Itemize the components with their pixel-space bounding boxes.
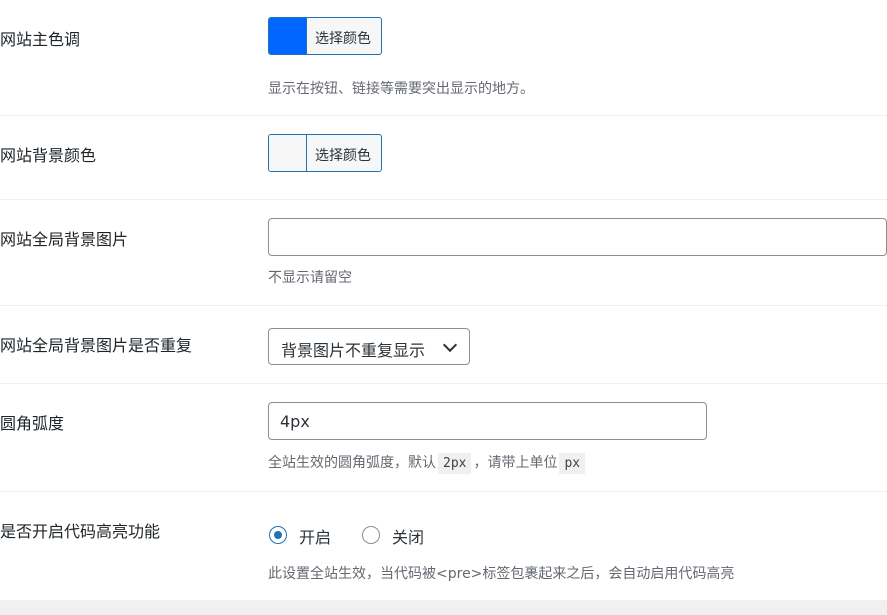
- border-radius-label: 圆角弧度: [0, 414, 65, 433]
- border-radius-desc-prefix: 全站生效的圆角弧度，默认: [268, 455, 436, 471]
- primary-color-description: 显示在按钮、链接等需要突出显示的地方。: [268, 81, 534, 97]
- background-image-input[interactable]: [268, 218, 887, 256]
- primary-color-label: 网站主色调: [0, 30, 81, 49]
- code-highlight-on-label[interactable]: 开启: [299, 524, 331, 548]
- code-highlight-off-label[interactable]: 关闭: [392, 524, 424, 548]
- border-radius-input[interactable]: [268, 402, 707, 440]
- unit-code: px: [559, 453, 586, 474]
- setting-row-code-highlight: 是否开启代码高亮功能 开启 关闭 此设置全站生效，当代码被<pre>标签包裹起来…: [0, 492, 887, 600]
- setting-row-background-repeat: 网站全局背景图片是否重复 背景图片不重复显示: [0, 306, 887, 384]
- setting-row-background-image: 网站全局背景图片 不显示请留空: [0, 200, 887, 306]
- setting-row-primary-color: 网站主色调 选择颜色 显示在按钮、链接等需要突出显示的地方。: [0, 0, 887, 116]
- background-repeat-label: 网站全局背景图片是否重复: [0, 336, 193, 355]
- default-radius-code: 2px: [438, 453, 472, 474]
- chevron-down-icon: [442, 337, 458, 353]
- border-radius-desc-middle: ，请带上单位: [473, 455, 558, 471]
- background-color-swatch: [269, 135, 307, 171]
- settings-panel: 网站主色调 选择颜色 显示在按钮、链接等需要突出显示的地方。 网站背景颜色 选择…: [0, 0, 887, 600]
- code-highlight-off-radio[interactable]: [362, 526, 380, 544]
- primary-color-picker-button[interactable]: 选择颜色: [268, 17, 382, 55]
- background-repeat-selected-value: 背景图片不重复显示: [281, 341, 426, 360]
- code-highlight-description: 此设置全站生效，当代码被<pre>标签包裹起来之后，会自动启用代码高亮: [268, 566, 735, 582]
- primary-color-swatch: [269, 18, 307, 54]
- setting-row-background-color: 网站背景颜色 选择颜色: [0, 116, 887, 200]
- code-highlight-radio-group: 开启 关闭: [269, 524, 569, 548]
- background-repeat-select[interactable]: 背景图片不重复显示: [268, 328, 470, 365]
- primary-color-picker-text: 选择颜色: [315, 31, 371, 47]
- border-radius-description: 全站生效的圆角弧度，默认 2px ，请带上单位 px: [268, 452, 587, 474]
- background-image-description: 不显示请留空: [268, 270, 352, 286]
- background-color-picker-button[interactable]: 选择颜色: [268, 134, 382, 172]
- code-highlight-on-radio[interactable]: [269, 526, 287, 544]
- setting-row-border-radius: 圆角弧度 全站生效的圆角弧度，默认2px，请带上单位px: [0, 384, 887, 492]
- code-highlight-label: 是否开启代码高亮功能: [0, 522, 161, 541]
- background-color-label: 网站背景颜色: [0, 146, 97, 165]
- background-image-label: 网站全局背景图片: [0, 230, 129, 249]
- background-color-picker-text: 选择颜色: [315, 148, 371, 164]
